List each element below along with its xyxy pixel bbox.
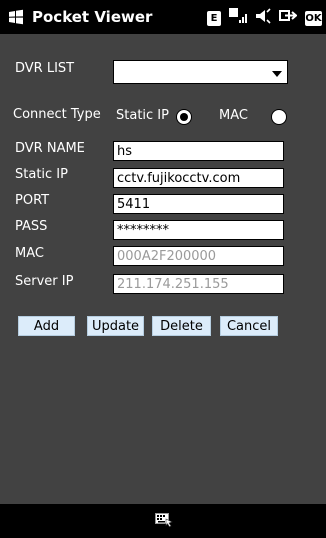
dvr-list-label: DVR LIST: [15, 61, 75, 76]
static-ip-field[interactable]: cctv.fujikocctv.com: [113, 168, 284, 188]
connection-icon[interactable]: [279, 8, 298, 28]
title-bar: Pocket Viewer E OK: [0, 0, 326, 34]
windows-logo-icon[interactable]: [8, 9, 24, 25]
cancel-button[interactable]: Cancel: [220, 316, 278, 336]
server-ip-label: Server IP: [15, 274, 74, 289]
keyboard-icon[interactable]: [155, 513, 173, 527]
speaker-icon: [256, 8, 271, 24]
connect-type-label: Connect Type: [13, 107, 101, 122]
static-ip-radio[interactable]: [176, 109, 192, 125]
volume-icon[interactable]: [255, 8, 271, 28]
ok-button[interactable]: OK: [305, 10, 322, 26]
sync-icon: [279, 10, 298, 21]
dvr-list-dropdown[interactable]: [113, 60, 288, 84]
mac-option-label[interactable]: MAC: [219, 108, 248, 123]
port-label: PORT: [15, 193, 50, 208]
mac-radio[interactable]: [271, 109, 287, 125]
signal-bars-icon: [229, 8, 247, 23]
port-field[interactable]: 5411: [113, 194, 284, 214]
signal-icon[interactable]: [229, 8, 247, 28]
mac-label: MAC: [15, 246, 44, 261]
add-button[interactable]: Add: [18, 316, 75, 336]
update-button[interactable]: Update: [87, 316, 144, 336]
delete-button[interactable]: Delete: [152, 316, 211, 336]
static-ip-option-label[interactable]: Static IP: [116, 108, 169, 123]
dvr-name-field[interactable]: hs: [113, 141, 284, 161]
server-ip-field: 211.174.251.155: [113, 274, 284, 294]
status-icons: E OK: [207, 8, 322, 28]
e-status-icon[interactable]: E: [207, 10, 221, 26]
pass-label: PASS: [15, 219, 48, 234]
chevron-down-icon: [272, 71, 282, 77]
form-panel: DVR LIST Connect Type Static IP MAC DVR …: [0, 34, 326, 504]
bottom-menu-bar: [0, 504, 326, 538]
dvr-name-label: DVR NAME: [15, 141, 85, 156]
static-ip-label: Static IP: [15, 167, 68, 182]
password-field[interactable]: ********: [113, 220, 284, 240]
mac-field: 000A2F200000: [113, 246, 284, 266]
app-title: Pocket Viewer: [32, 8, 153, 26]
